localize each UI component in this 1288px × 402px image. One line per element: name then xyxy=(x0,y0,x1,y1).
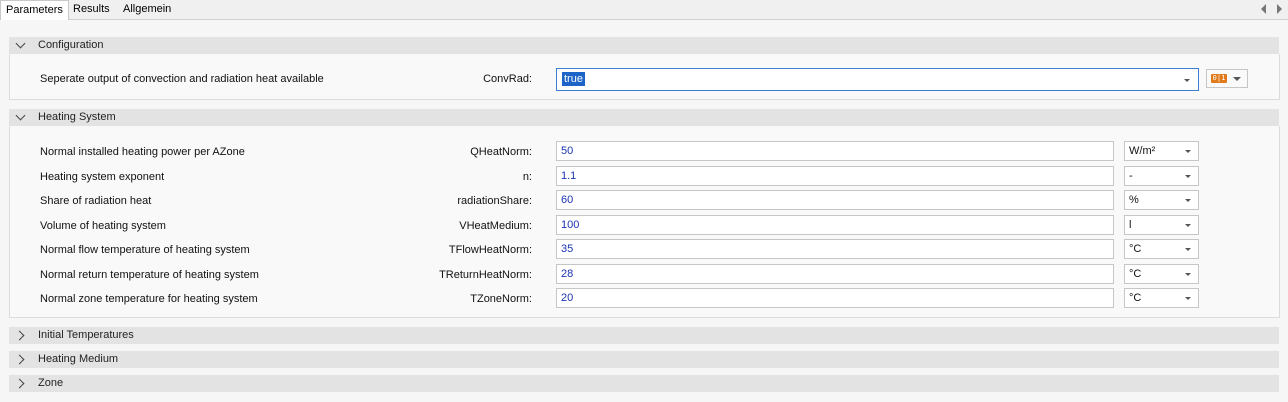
chevron-down-icon xyxy=(1184,79,1190,82)
chevron-down-icon xyxy=(15,38,26,49)
unit-select[interactable]: - xyxy=(1124,166,1199,186)
unit-label: °C xyxy=(1129,243,1142,255)
section-zone-header[interactable]: Zone xyxy=(9,375,1279,392)
param-label-convrad: Seperate output of convection and radiat… xyxy=(40,73,324,85)
chevron-down-icon xyxy=(1185,273,1191,276)
param-key: TZoneNorm: xyxy=(470,293,532,305)
unit-select[interactable]: l xyxy=(1124,215,1199,235)
chevron-down-icon xyxy=(1185,150,1191,153)
section-title: Heating Medium xyxy=(38,353,119,365)
chevron-down-icon xyxy=(1185,175,1191,178)
scroll-right-icon[interactable] xyxy=(1277,4,1282,14)
tab-parameters[interactable]: Parameters xyxy=(0,0,69,20)
chevron-right-icon xyxy=(14,330,25,341)
section-title: Configuration xyxy=(38,39,104,51)
param-key: TReturnHeatNorm: xyxy=(439,269,532,281)
chevron-down-icon xyxy=(1233,77,1241,81)
chevron-right-icon xyxy=(14,378,25,389)
param-label: Share of radiation heat xyxy=(40,195,152,207)
param-label: Volume of heating system xyxy=(40,220,166,232)
chevron-right-icon xyxy=(14,354,25,365)
param-label: Normal return temperature of heating sys… xyxy=(40,269,259,281)
section-configuration-header[interactable]: Configuration xyxy=(9,37,1279,54)
convrad-select[interactable]: true xyxy=(556,68,1199,91)
chevron-down-icon xyxy=(1185,224,1191,227)
section-heating-medium-header[interactable]: Heating Medium xyxy=(9,351,1279,368)
param-key-convrad: ConvRad: xyxy=(483,73,532,85)
param-value-input[interactable]: 20 xyxy=(556,288,1114,308)
chevron-down-icon xyxy=(15,110,26,121)
param-value-input[interactable]: 50 xyxy=(556,141,1114,161)
param-key: QHeatNorm: xyxy=(470,146,532,158)
unit-label: l xyxy=(1129,219,1132,231)
unit-label: °C xyxy=(1129,268,1142,280)
unit-label: - xyxy=(1129,170,1133,182)
param-value-input[interactable]: 28 xyxy=(556,264,1114,284)
param-value-input[interactable]: 35 xyxy=(556,239,1114,259)
tab-bar: Parameters Results Allgemein xyxy=(0,0,1288,20)
tab-results[interactable]: Results xyxy=(68,0,115,19)
section-heating-system-header[interactable]: Heating System xyxy=(9,109,1279,126)
param-label: Heating system exponent xyxy=(40,171,165,183)
section-title: Heating System xyxy=(38,111,116,123)
section-title: Initial Temperatures xyxy=(38,329,134,341)
unit-select[interactable]: °C xyxy=(1124,264,1199,284)
param-value-input[interactable]: 1.1 xyxy=(556,166,1114,186)
scroll-left-icon[interactable] xyxy=(1261,4,1266,14)
unit-label: °C xyxy=(1129,292,1142,304)
chevron-down-icon xyxy=(1185,199,1191,202)
param-value-input[interactable]: 60 xyxy=(556,190,1114,210)
unit-select[interactable]: W/m² xyxy=(1124,141,1199,161)
modifier-menu-button[interactable]: 0|1 xyxy=(1206,69,1248,88)
param-key: TFlowHeatNorm: xyxy=(448,244,532,256)
section-title: Zone xyxy=(38,377,64,389)
param-key: VHeatMedium: xyxy=(459,220,532,232)
param-label: Normal zone temperature for heating syst… xyxy=(40,293,258,305)
binary-toggle-icon: 0|1 xyxy=(1211,74,1227,83)
section-initial-temperatures-header[interactable]: Initial Temperatures xyxy=(9,327,1279,344)
param-value-input[interactable]: 100 xyxy=(556,215,1114,235)
param-label: Normal flow temperature of heating syste… xyxy=(40,244,250,256)
unit-select[interactable]: °C xyxy=(1124,239,1199,259)
unit-label: W/m² xyxy=(1129,145,1156,157)
unit-label: % xyxy=(1129,194,1139,206)
chevron-down-icon xyxy=(1185,248,1191,251)
param-key: radiationShare: xyxy=(457,195,532,207)
param-key: n: xyxy=(522,171,532,183)
unit-select[interactable]: °C xyxy=(1124,288,1199,308)
unit-select[interactable]: % xyxy=(1124,190,1199,210)
param-label: Normal installed heating power per AZone xyxy=(40,146,245,158)
chevron-down-icon xyxy=(1185,297,1191,300)
tab-allgemein[interactable]: Allgemein xyxy=(118,0,176,19)
convrad-value: true xyxy=(562,72,585,86)
